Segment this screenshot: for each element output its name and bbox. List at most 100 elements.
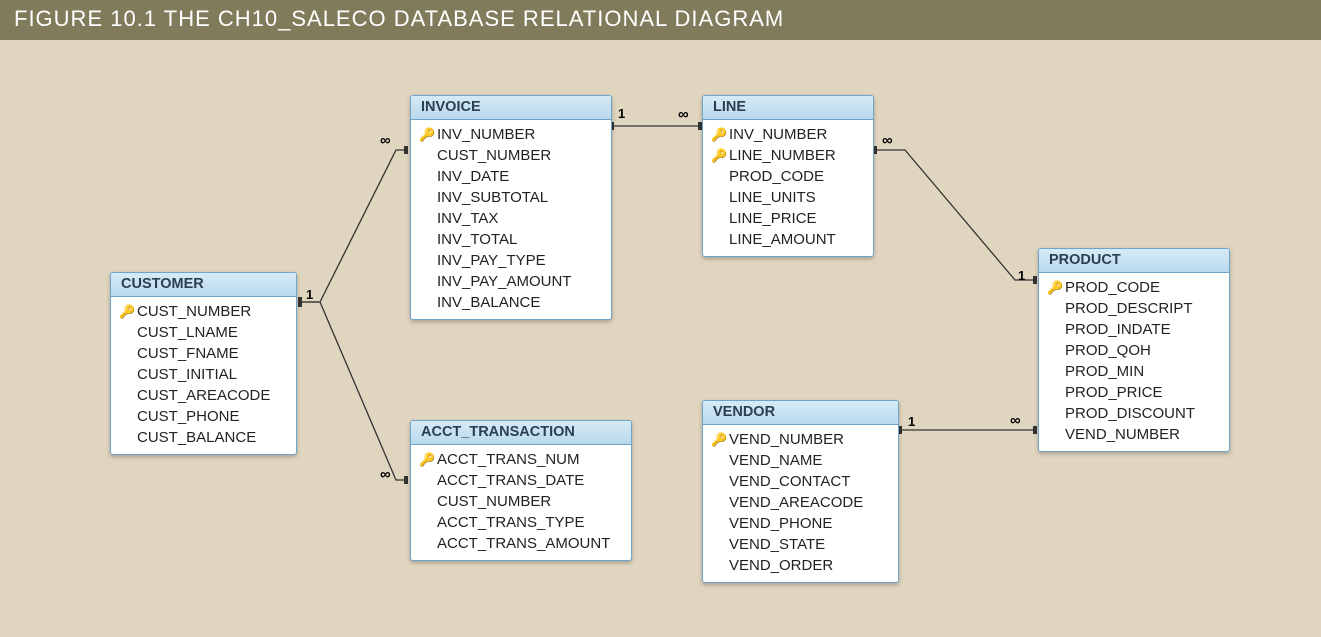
field-name: CUST_NUMBER (437, 145, 551, 166)
field-name: VEND_AREACODE (729, 492, 863, 513)
field-row: •ACCT_TRANS_AMOUNT (419, 533, 619, 554)
key-spacer: • (1047, 340, 1063, 361)
key-spacer: • (419, 491, 435, 512)
card-line-many2: ∞ (882, 132, 893, 149)
field-name: PROD_PRICE (1065, 382, 1163, 403)
key-spacer: • (1047, 382, 1063, 403)
field-name: ACCT_TRANS_DATE (437, 470, 584, 491)
field-row: •PROD_DISCOUNT (1047, 403, 1217, 424)
field-row: •CUST_NUMBER (419, 145, 599, 166)
field-name: VEND_ORDER (729, 555, 833, 576)
table-product-body: 🔑PROD_CODE•PROD_DESCRIPT•PROD_INDATE•PRO… (1039, 273, 1229, 451)
field-name: INV_TOTAL (437, 229, 517, 250)
field-row: •VEND_NAME (711, 450, 886, 471)
field-name: INV_TAX (437, 208, 498, 229)
key-spacer: • (711, 187, 727, 208)
table-invoice-header: INVOICE (411, 96, 611, 120)
field-row: •VEND_CONTACT (711, 471, 886, 492)
field-name: ACCT_TRANS_AMOUNT (437, 533, 610, 554)
field-name: PROD_DESCRIPT (1065, 298, 1193, 319)
table-vendor: VENDOR 🔑VEND_NUMBER•VEND_NAME•VEND_CONTA… (702, 400, 899, 583)
field-name: ACCT_TRANS_NUM (437, 449, 580, 470)
primary-key-icon: 🔑 (419, 449, 435, 470)
table-customer-body: 🔑CUST_NUMBER•CUST_LNAME•CUST_FNAME•CUST_… (111, 297, 296, 454)
primary-key-icon: 🔑 (1047, 277, 1063, 298)
key-spacer: • (119, 343, 135, 364)
table-customer: CUSTOMER 🔑CUST_NUMBER•CUST_LNAME•CUST_FN… (110, 272, 297, 455)
field-row: •INV_PAY_AMOUNT (419, 271, 599, 292)
field-row: 🔑INV_NUMBER (711, 124, 861, 145)
card-acct-many: ∞ (380, 466, 391, 483)
figure-container: FIGURE 10.1 THE CH10_SALECO DATABASE REL… (0, 0, 1321, 637)
key-spacer: • (419, 271, 435, 292)
field-name: PROD_DISCOUNT (1065, 403, 1195, 424)
field-name: ACCT_TRANS_TYPE (437, 512, 585, 533)
field-name: INV_SUBTOTAL (437, 187, 548, 208)
field-row: •VEND_STATE (711, 534, 886, 555)
field-name: CUST_PHONE (137, 406, 240, 427)
table-acct-body: 🔑ACCT_TRANS_NUM•ACCT_TRANS_DATE•CUST_NUM… (411, 445, 631, 560)
field-row: •CUST_BALANCE (119, 427, 284, 448)
field-name: CUST_INITIAL (137, 364, 237, 385)
key-spacer: • (119, 364, 135, 385)
field-row: •INV_TOTAL (419, 229, 599, 250)
primary-key-icon: 🔑 (711, 145, 727, 166)
field-row: 🔑ACCT_TRANS_NUM (419, 449, 619, 470)
field-name: LINE_NUMBER (729, 145, 836, 166)
field-name: INV_NUMBER (729, 124, 827, 145)
field-name: LINE_AMOUNT (729, 229, 836, 250)
primary-key-icon: 🔑 (711, 429, 727, 450)
table-line: LINE 🔑INV_NUMBER🔑LINE_NUMBER•PROD_CODE•L… (702, 95, 874, 257)
field-row: 🔑LINE_NUMBER (711, 145, 861, 166)
field-row: •ACCT_TRANS_DATE (419, 470, 619, 491)
field-row: •PROD_CODE (711, 166, 861, 187)
table-line-header: LINE (703, 96, 873, 120)
field-row: 🔑PROD_CODE (1047, 277, 1217, 298)
key-spacer: • (711, 471, 727, 492)
field-row: •VEND_ORDER (711, 555, 886, 576)
key-spacer: • (1047, 424, 1063, 445)
field-name: CUST_NUMBER (137, 301, 251, 322)
table-product-header: PRODUCT (1039, 249, 1229, 273)
field-row: •VEND_PHONE (711, 513, 886, 534)
card-invoice-many: ∞ (380, 132, 391, 149)
key-spacer: • (711, 229, 727, 250)
primary-key-icon: 🔑 (711, 124, 727, 145)
field-row: •PROD_PRICE (1047, 382, 1217, 403)
field-name: CUST_LNAME (137, 322, 238, 343)
key-spacer: • (711, 208, 727, 229)
key-spacer: • (1047, 403, 1063, 424)
field-row: •PROD_QOH (1047, 340, 1217, 361)
field-name: CUST_AREACODE (137, 385, 270, 406)
table-product: PRODUCT 🔑PROD_CODE•PROD_DESCRIPT•PROD_IN… (1038, 248, 1230, 452)
field-row: •CUST_PHONE (119, 406, 284, 427)
field-name: LINE_PRICE (729, 208, 817, 229)
primary-key-icon: 🔑 (419, 124, 435, 145)
field-name: PROD_CODE (729, 166, 824, 187)
field-name: VEND_NUMBER (729, 429, 844, 450)
field-name: INV_PAY_TYPE (437, 250, 546, 271)
field-row: •INV_DATE (419, 166, 599, 187)
key-spacer: • (119, 322, 135, 343)
card-invoice-one: 1 (618, 106, 625, 121)
key-spacer: • (711, 450, 727, 471)
key-spacer: • (711, 492, 727, 513)
field-row: •INV_SUBTOTAL (419, 187, 599, 208)
field-name: VEND_CONTACT (729, 471, 850, 492)
key-spacer: • (419, 187, 435, 208)
key-spacer: • (1047, 361, 1063, 382)
field-name: CUST_BALANCE (137, 427, 256, 448)
field-name: CUST_FNAME (137, 343, 239, 364)
field-name: INV_DATE (437, 166, 509, 187)
field-row: •LINE_PRICE (711, 208, 861, 229)
field-row: •CUST_INITIAL (119, 364, 284, 385)
field-row: •INV_BALANCE (419, 292, 599, 313)
field-name: PROD_INDATE (1065, 319, 1171, 340)
table-customer-header: CUSTOMER (111, 273, 296, 297)
card-product-many: ∞ (1010, 412, 1021, 429)
field-name: VEND_STATE (729, 534, 825, 555)
figure-title: FIGURE 10.1 THE CH10_SALECO DATABASE REL… (0, 0, 1321, 40)
field-name: VEND_PHONE (729, 513, 832, 534)
table-vendor-header: VENDOR (703, 401, 898, 425)
key-spacer: • (1047, 298, 1063, 319)
